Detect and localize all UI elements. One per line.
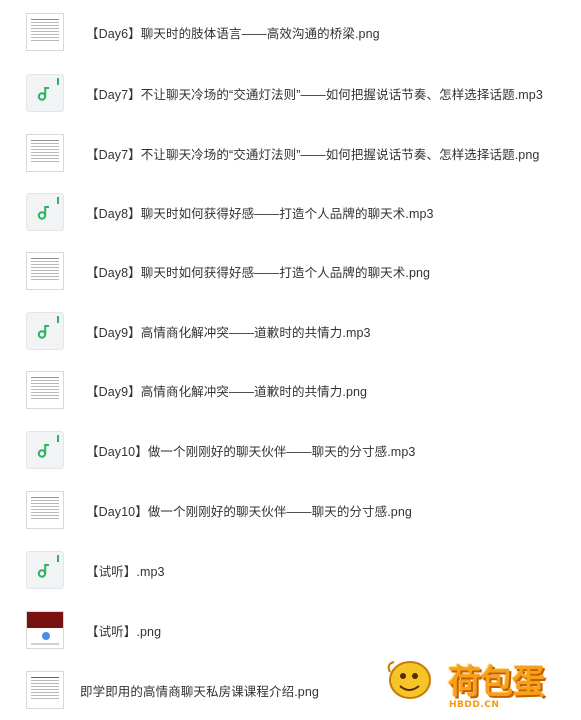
- file-row[interactable]: 【Day10】做一个刚刚好的聊天伙伴——聊天的分寸感.mp3: [0, 420, 581, 480]
- image-thumbnail-icon: [26, 371, 64, 409]
- image-thumbnail-icon: [26, 134, 64, 172]
- file-name: 【Day7】不让聊天冷场的“交通灯法则”——如何把握说话节奏、怎样选择话题.mp…: [86, 87, 543, 102]
- file-row[interactable]: 【Day7】不让聊天冷场的“交通灯法则”——如何把握说话节奏、怎样选择话题.mp…: [0, 63, 581, 123]
- file-row[interactable]: 【试听】.mp3: [0, 540, 581, 600]
- audio-file-icon: [26, 551, 64, 589]
- file-name: 【试听】.png: [86, 624, 162, 639]
- file-name: 【Day9】高情商化解冲突——道歉时的共情力.png: [86, 384, 368, 399]
- image-thumbnail-icon: [26, 491, 64, 529]
- file-row[interactable]: 【Day7】不让聊天冷场的“交通灯法则”——如何把握说话节奏、怎样选择话题.pn…: [0, 123, 581, 183]
- file-name: 即学即用的高情商聊天私房课课程介绍.png: [80, 684, 319, 699]
- image-thumbnail-icon: [26, 671, 64, 709]
- file-name: 【Day10】做一个刚刚好的聊天伙伴——聊天的分寸感.png: [86, 504, 412, 519]
- file-name: 【Day10】做一个刚刚好的聊天伙伴——聊天的分寸感.mp3: [86, 444, 416, 459]
- audio-file-icon: [26, 312, 64, 350]
- file-name: 【Day7】不让聊天冷场的“交通灯法则”——如何把握说话节奏、怎样选择话题.pn…: [86, 147, 540, 162]
- file-row[interactable]: 【Day6】聊天时的肢体语言——高效沟通的桥梁.png: [0, 2, 581, 62]
- file-row[interactable]: 【Day8】聊天时如何获得好感——打造个人品牌的聊天术.mp3: [0, 182, 581, 242]
- music-note-icon: [37, 444, 49, 458]
- image-thumbnail-icon: [26, 252, 64, 290]
- file-name: 【Day9】高情商化解冲突——道歉时的共情力.mp3: [86, 325, 371, 340]
- file-name: 【Day8】聊天时如何获得好感——打造个人品牌的聊天术.mp3: [86, 206, 434, 221]
- file-name: 【试听】.mp3: [86, 564, 165, 579]
- file-row[interactable]: 【Day8】聊天时如何获得好感——打造个人品牌的聊天术.png: [0, 241, 581, 301]
- watermark-url: HBDD.CN: [449, 700, 500, 710]
- image-thumbnail-icon: [26, 13, 64, 51]
- music-note-icon: [37, 564, 49, 578]
- audio-file-icon: [26, 431, 64, 469]
- file-row[interactable]: 【Day9】高情商化解冲突——道歉时的共情力.mp3: [0, 301, 581, 361]
- image-thumbnail-icon: [26, 611, 64, 649]
- file-row[interactable]: 【Day9】高情商化解冲突——道歉时的共情力.png: [0, 360, 581, 420]
- music-note-icon: [37, 206, 49, 220]
- audio-file-icon: [26, 193, 64, 231]
- file-row[interactable]: 【Day10】做一个刚刚好的聊天伙伴——聊天的分寸感.png: [0, 480, 581, 540]
- file-name: 【Day6】聊天时的肢体语言——高效沟通的桥梁.png: [86, 26, 380, 41]
- music-note-icon: [37, 87, 49, 101]
- music-note-icon: [37, 325, 49, 339]
- file-name: 【Day8】聊天时如何获得好感——打造个人品牌的聊天术.png: [86, 265, 431, 280]
- watermark-logo: 荷包蛋: [448, 662, 545, 701]
- audio-file-icon: [26, 74, 64, 112]
